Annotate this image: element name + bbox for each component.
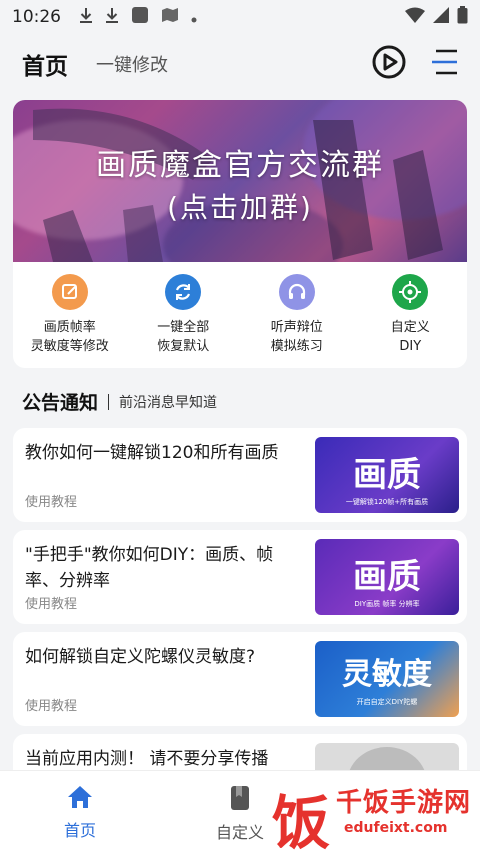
- article-title: 当前应用内测！ 请不要分享传播: [25, 749, 269, 769]
- quick-actions: 画质帧率 灵敏度等修改 一键全部 恢复默认 听声辩位 模拟练习 自定义 DIY: [13, 262, 467, 368]
- signal-icon: [433, 7, 449, 27]
- battery-icon: [457, 6, 468, 28]
- thumbnail-title: 画质: [353, 455, 421, 495]
- refresh-icon: [165, 274, 202, 310]
- crosshair-icon: [392, 274, 429, 310]
- notice-divider: [108, 393, 110, 410]
- article-title: 教你如何一键解锁120和所有画质: [25, 443, 279, 463]
- bookmark-icon: [230, 785, 250, 815]
- banner-title: 画质魔盒官方交流群: [96, 148, 384, 183]
- status-bar: 10:26: [0, 0, 480, 34]
- nav-item-home[interactable]: 首页: [0, 771, 160, 852]
- article-tag: 使用教程: [25, 597, 78, 612]
- quick-action-line2: 恢复默认: [157, 339, 210, 354]
- article-title: "手把手"教你如何DIY：画质、帧率、分辨率: [25, 545, 274, 591]
- quick-action-line1: 听声辩位: [270, 320, 323, 335]
- quick-action-label: 自定义 DIY: [391, 318, 430, 356]
- notice-section-header: 公告通知 前沿消息早知道: [22, 388, 217, 415]
- article-card[interactable]: 如何解锁自定义陀螺仪灵敏度? 使用教程 灵敏度 开启自定义DIY陀螺: [13, 632, 467, 726]
- nav-label-home: 首页: [63, 821, 96, 840]
- one-click-modify-link[interactable]: 一键修改: [96, 51, 168, 77]
- thumbnail-caption: DIY画质 帧率 分辨率: [354, 600, 420, 608]
- app-notification-icon: [131, 6, 149, 28]
- article-tag: 使用教程: [25, 699, 78, 714]
- banner-card: 画质魔盒官方交流群 (点击加群) 画质帧率 灵敏度等修改 一键全部 恢复默认 听…: [13, 100, 467, 368]
- quick-action-label: 画质帧率 灵敏度等修改: [31, 318, 109, 356]
- download-icon: [79, 7, 93, 27]
- headphones-icon: [278, 274, 315, 310]
- quick-action-restore-default[interactable]: 一键全部 恢复默认: [127, 262, 241, 368]
- notice-subheading: 前沿消息早知道: [119, 394, 218, 411]
- article-thumbnail: 灵敏度 开启自定义DIY陀螺: [315, 641, 459, 717]
- banner-subtitle: (点击加群): [167, 191, 313, 224]
- thumbnail-title: 灵敏度: [342, 657, 432, 692]
- watermark-brand: 千饭手游网: [336, 788, 472, 818]
- book-icon: [161, 7, 179, 27]
- watermark-url: edufeixt.com: [340, 820, 452, 836]
- wifi-icon: [405, 7, 425, 27]
- quick-action-line2: 灵敏度等修改: [30, 339, 109, 354]
- article-title: 如何解锁自定义陀螺仪灵敏度?: [25, 647, 256, 667]
- quick-action-sound-practice[interactable]: 听声辩位 模拟练习: [240, 262, 354, 368]
- quick-action-line2: 模拟练习: [270, 339, 323, 354]
- app-header: 首页 一键修改: [0, 34, 480, 94]
- quick-action-line1: 自定义: [390, 320, 430, 335]
- article-tag: 使用教程: [25, 495, 78, 510]
- watermark-char: 饭: [272, 789, 331, 852]
- quick-action-label: 一键全部 恢复默认: [157, 318, 209, 356]
- thumbnail-title: 画质: [353, 557, 421, 597]
- article-thumbnail: 画质 一键解锁120帧+所有画质: [315, 437, 459, 513]
- watermark-logo: 饭 千饭手游网 edufeixt.com: [268, 772, 478, 852]
- menu-icon[interactable]: [430, 49, 458, 79]
- article-card[interactable]: "手把手"教你如何DIY：画质、帧率、分辨率 使用教程 画质 DIY画质 帧率 …: [13, 530, 467, 624]
- thumbnail-caption: 一键解锁120帧+所有画质: [345, 498, 429, 506]
- quick-action-custom-diy[interactable]: 自定义 DIY: [354, 262, 468, 368]
- play-circle-icon[interactable]: [372, 44, 408, 84]
- article-thumbnail: 画质 DIY画质 帧率 分辨率: [315, 539, 459, 615]
- join-group-banner[interactable]: 画质魔盒官方交流群 (点击加群): [13, 100, 467, 262]
- quick-action-quality-fps[interactable]: 画质帧率 灵敏度等修改: [13, 262, 127, 368]
- home-icon: [67, 785, 93, 813]
- article-card[interactable]: 教你如何一键解锁120和所有画质 使用教程 画质 一键解锁120帧+所有画质: [13, 428, 467, 522]
- nav-label-custom: 自定义: [215, 823, 264, 842]
- quick-action-line1: 一键全部: [157, 320, 210, 335]
- quick-action-line1: 画质帧率: [43, 320, 96, 335]
- notice-heading: 公告通知: [22, 392, 99, 414]
- page-title: 首页: [22, 54, 68, 80]
- download-icon-2: [105, 7, 119, 27]
- quick-action-label: 听声辩位 模拟练习: [271, 318, 323, 356]
- dot-icon: [191, 8, 197, 27]
- quick-action-line2: DIY: [399, 339, 422, 354]
- status-time: 10:26: [12, 7, 61, 27]
- edit-icon: [51, 274, 88, 310]
- thumbnail-caption: 开启自定义DIY陀螺: [356, 698, 418, 706]
